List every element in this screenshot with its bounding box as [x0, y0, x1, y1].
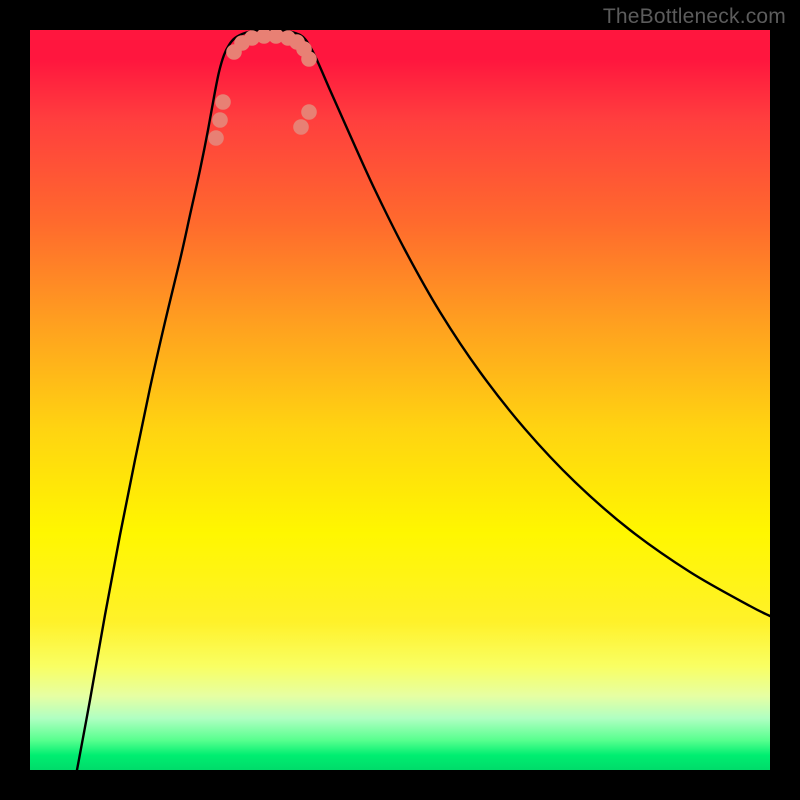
curve-layer [30, 30, 770, 770]
plot-area [30, 30, 770, 770]
data-markers [208, 30, 317, 146]
chart-frame: TheBottleneck.com [0, 0, 800, 800]
bottleneck-curve [77, 30, 770, 770]
watermark-text: TheBottleneck.com [603, 5, 786, 29]
